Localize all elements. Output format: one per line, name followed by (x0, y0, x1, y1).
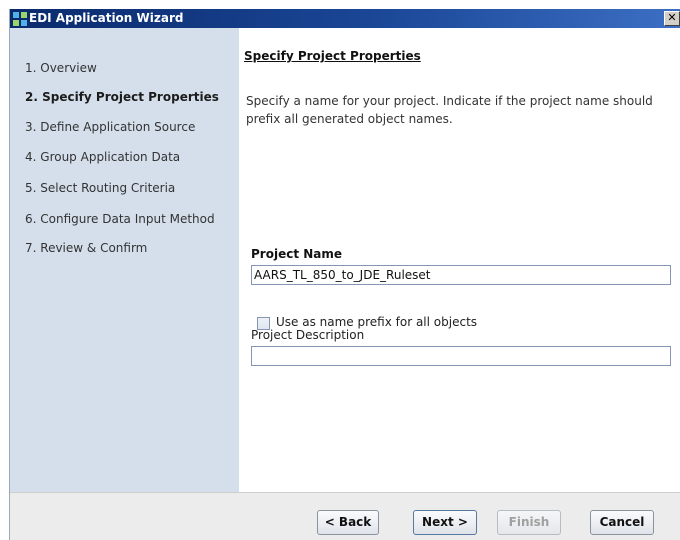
close-icon[interactable]: ✕ (664, 11, 680, 26)
sidebar-step-select-routing-criteria: 5. Select Routing Criteria (25, 181, 176, 195)
finish-button[interactable]: Finish (497, 510, 561, 535)
sidebar-step-specify-project-properties: 2. Specify Project Properties (25, 90, 219, 104)
page-description: Specify a name for your project. Indicat… (246, 94, 653, 126)
page-title: Specify Project Properties (244, 49, 421, 63)
title-bar[interactable]: EDI Application Wizard ✕ (10, 9, 680, 28)
project-description-label: Project Description (251, 328, 365, 342)
sidebar-step-review-confirm: 7. Review & Confirm (25, 241, 148, 255)
sidebar-step-configure-data-input-method: 6. Configure Data Input Method (25, 212, 215, 226)
button-bar: < Back Next > Finish Cancel (10, 492, 680, 540)
sidebar-step-define-application-source: 3. Define Application Source (25, 120, 196, 134)
back-button[interactable]: < Back (317, 510, 379, 535)
project-name-input[interactable] (251, 265, 671, 285)
next-button[interactable]: Next > (413, 510, 477, 535)
cancel-button[interactable]: Cancel (590, 510, 654, 535)
project-name-label: Project Name (251, 247, 343, 261)
project-description-input[interactable] (251, 346, 671, 366)
sidebar-step-group-application-data: 4. Group Application Data (25, 150, 181, 164)
wizard-content: Specify Project Properties Specify a nam… (239, 28, 680, 492)
wizard-app-icon (13, 12, 27, 26)
sidebar-step-overview: 1. Overview (25, 61, 97, 75)
name-prefix-checkbox-label[interactable]: Use as name prefix for all objects (276, 315, 477, 329)
window-title: EDI Application Wizard (29, 11, 184, 25)
steps-sidebar: 1. Overview 2. Specify Project Propertie… (10, 28, 239, 492)
wizard-window: EDI Application Wizard ✕ 1. Overview 2. … (9, 9, 680, 540)
